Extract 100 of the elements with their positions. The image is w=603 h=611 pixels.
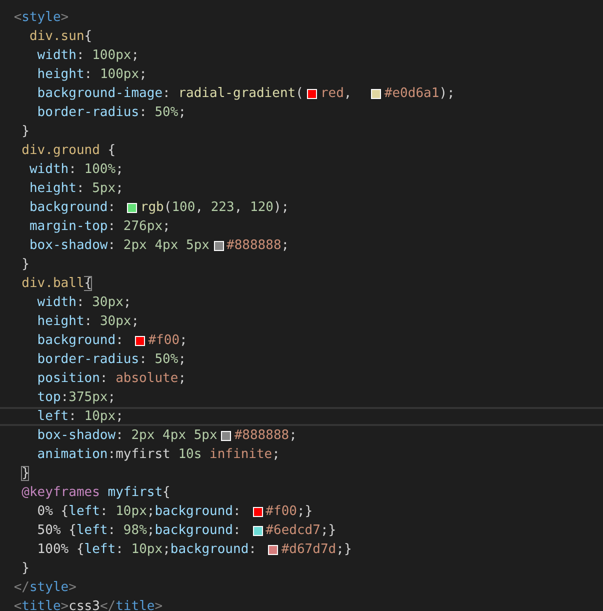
code-text: ( [164, 200, 172, 215]
tag-bracket: > [60, 599, 69, 611]
code-text: : [108, 238, 117, 253]
code-text: ; [178, 371, 186, 386]
property-name: left [68, 504, 100, 519]
color-swatch[interactable] [371, 88, 382, 98]
number-value: 100% [84, 162, 116, 177]
property-name: left [76, 523, 108, 538]
tag-bracket: </ [100, 599, 116, 611]
at-rule-keyword: @keyframes [20, 485, 100, 500]
code-text: 50% { [36, 523, 76, 538]
code-text: { [162, 485, 170, 500]
code-text: : [116, 333, 124, 348]
color-swatch[interactable] [268, 544, 278, 554]
code-text: : [139, 352, 148, 367]
code-text: { [106, 143, 116, 158]
number-value: 276px [123, 219, 163, 234]
property-name: background [36, 333, 116, 348]
tag-bracket: </ [12, 580, 30, 595]
property-name: left [84, 542, 116, 557]
tag-bracket: < [12, 10, 22, 25]
number-value: 10px [116, 504, 147, 519]
property-name: background [28, 200, 108, 215]
property-name: top [36, 390, 61, 405]
code-text: 0% { [36, 504, 69, 519]
number-value: 98% [123, 523, 147, 538]
code-text: , [234, 200, 244, 215]
color-swatch[interactable] [214, 240, 224, 250]
code-text: ; [116, 409, 124, 424]
property-name: background [154, 504, 234, 519]
code-text: : [84, 67, 94, 82]
code-text: : [84, 314, 94, 329]
property-name: height [36, 314, 84, 329]
code-text: ; [146, 504, 155, 519]
code-text: ; [131, 48, 140, 63]
code-text: } [20, 257, 30, 272]
tag-bracket: > [68, 580, 76, 595]
number-value: 2px 4px 5px [131, 428, 218, 443]
string-value: #888888 [226, 238, 282, 253]
number-value: 375px [68, 390, 108, 405]
code-text: 100% { [36, 542, 84, 557]
number-value: 10px [131, 542, 163, 557]
code-text: { [84, 29, 92, 44]
tag-name: title [22, 599, 61, 611]
tag-bracket: > [60, 10, 69, 25]
tag-name: style [22, 10, 61, 25]
code-text: , [344, 86, 353, 101]
number-value: 100px [92, 48, 132, 63]
code-text: } [20, 124, 30, 139]
number-value: 50% [154, 105, 178, 120]
string-value: red [320, 86, 344, 101]
property-name: background [154, 523, 234, 538]
number-value: 120 [250, 200, 274, 215]
color-swatch[interactable] [135, 336, 146, 346]
code-text: ;} [336, 542, 352, 557]
code-text: ; [162, 542, 170, 557]
css-selector: div.ground [20, 143, 100, 158]
color-swatch[interactable] [221, 430, 232, 440]
code-text: : [76, 295, 86, 310]
code-text: : [233, 504, 242, 519]
color-swatch[interactable] [252, 506, 263, 516]
code-text: : [162, 86, 172, 101]
number-value: 2px 4px 5px [123, 238, 210, 253]
code-text: : [108, 523, 117, 538]
code-text: : [233, 523, 242, 538]
code-text: ; [146, 523, 155, 538]
function-name: rgb [140, 200, 164, 215]
property-name: margin-top [28, 219, 108, 234]
code-text: ; [180, 333, 188, 348]
property-name: background-image [36, 86, 163, 101]
code-text: css3 [68, 599, 100, 611]
code-text: ;} [296, 504, 313, 519]
tag-name: title [116, 599, 155, 611]
code-text: ; [116, 162, 124, 177]
animation-name: myfirst [106, 485, 163, 500]
code-text: } [20, 561, 30, 576]
property-name: width [36, 48, 76, 63]
number-value: 30px [92, 295, 124, 310]
code-text: ; [272, 447, 280, 462]
code-text: , [195, 200, 204, 215]
string-value: #f00 [266, 504, 297, 519]
color-swatch[interactable] [127, 202, 138, 212]
function-name: radial-gradient [178, 86, 296, 101]
code-text: : [108, 200, 117, 215]
number-value: 100 [172, 200, 196, 215]
number-value: 10px [84, 409, 116, 424]
property-name: animation [36, 447, 108, 462]
css-selector: div.sun [28, 29, 84, 44]
code-text: : [68, 162, 78, 177]
code-text: : [68, 409, 78, 424]
code-text: ; [178, 352, 186, 367]
color-swatch[interactable] [307, 88, 318, 98]
code-text: ( [296, 86, 304, 101]
string-value: #888888 [234, 428, 290, 443]
color-swatch[interactable] [252, 526, 263, 536]
code-text: ;} [320, 523, 336, 538]
number-value: 30px [100, 314, 132, 329]
code-text: : [139, 105, 148, 120]
code-text: ; [116, 181, 124, 196]
string-value: #6edcd7 [266, 523, 320, 538]
